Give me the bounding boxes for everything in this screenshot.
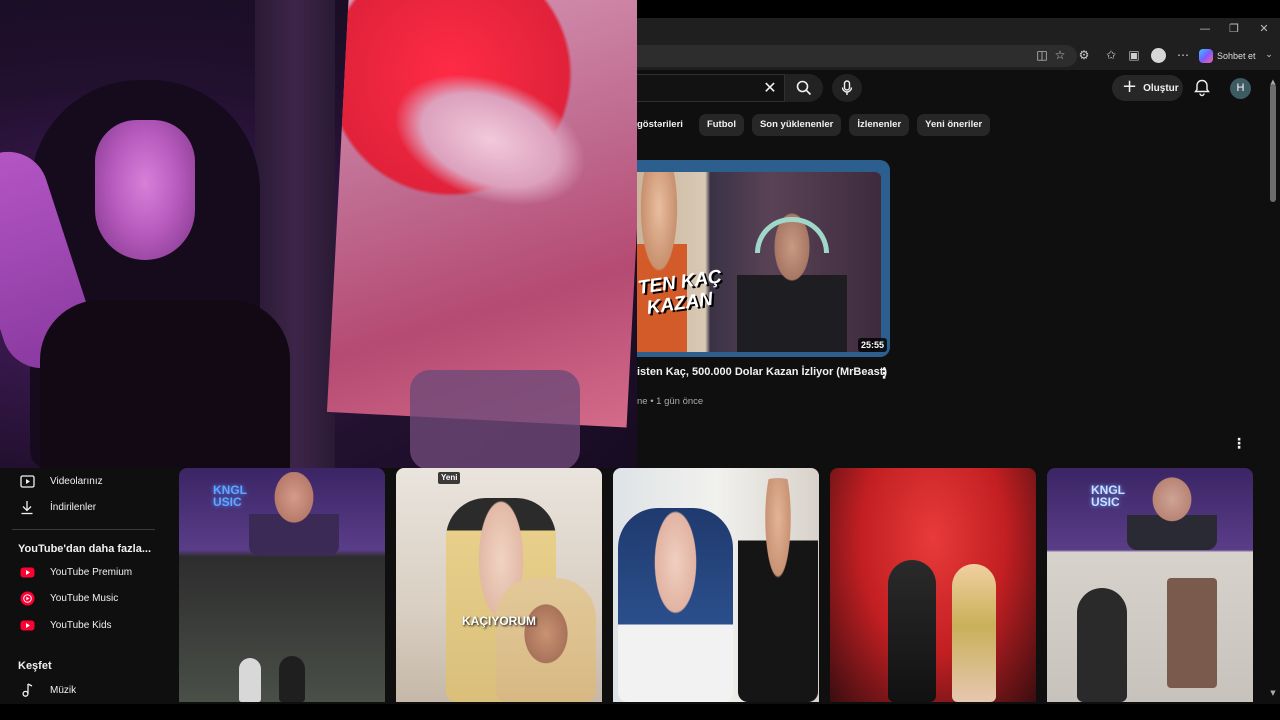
copilot-label: Sohbet et — [1217, 51, 1256, 61]
music-note-icon — [19, 682, 35, 698]
sidebar-item-label: YouTube Premium — [50, 566, 133, 578]
short-thumbnail[interactable]: KNGL USIC — [179, 468, 385, 702]
shorts-more-icon[interactable]: ⋮ — [1232, 436, 1246, 452]
microphone-icon — [841, 80, 853, 95]
chip-new-to-you[interactable]: Yeni öneriler — [917, 114, 991, 136]
restore-button[interactable]: ❐ — [1225, 22, 1243, 35]
scroll-down-arrow[interactable]: ▼ — [1268, 689, 1278, 701]
create-button[interactable]: + Oluştur — [1112, 75, 1183, 101]
split-screen-icon[interactable]: ◫ — [1033, 46, 1051, 64]
sidebar-item-label: Müzik — [50, 684, 77, 696]
featured-video-thumbnail[interactable]: TEN KAÇ KAZAN — [637, 172, 881, 352]
webcam-overlay — [0, 0, 637, 468]
short-person — [738, 478, 818, 702]
short-thumbnail[interactable] — [830, 468, 1036, 702]
scrollbar-thumb[interactable] — [1270, 84, 1276, 202]
sidebar-item-youtube-kids[interactable]: YouTube Kids — [0, 614, 178, 636]
short-person — [888, 560, 936, 702]
featured-video-meta: ne • 1 gün önce — [637, 396, 704, 407]
short-figure — [1077, 588, 1127, 702]
sidebar: Videolarınız İndirilenler YouTube'dan da… — [0, 468, 178, 704]
new-badge: Yeni — [438, 472, 461, 484]
youtube-kids-icon — [19, 617, 35, 633]
sidebar-item-youtube-premium[interactable]: YouTube Premium — [0, 561, 178, 583]
search-icon — [796, 80, 812, 96]
favorites-icon[interactable]: ✩ — [1102, 46, 1120, 64]
sidebar-item-label: Videolarınız — [50, 475, 103, 487]
copilot-icon — [1199, 49, 1213, 63]
shorts-row: KNGL USIC KAÇIYORUM KNGL USIC — [178, 468, 1268, 702]
collections-icon[interactable]: ▣ — [1125, 46, 1143, 64]
short-overlay-text: KNGL USIC — [213, 483, 247, 509]
short-figure — [239, 658, 261, 702]
address-bar[interactable] — [637, 45, 1077, 67]
notifications-bell-icon[interactable] — [1192, 78, 1212, 98]
screen: — ❐ ✕ ◫ ☆ ⚙ ✩ ▣ ⋯ Sohbet et ⌄ ✕ + Oluştu… — [0, 0, 1280, 720]
youtube-music-icon — [19, 590, 35, 606]
short-thumbnail[interactable]: KAÇIYORUM — [396, 468, 602, 702]
sidebar-item-label: İndirilenler — [50, 501, 97, 513]
sidebar-heading-explore: Keşfet — [18, 660, 52, 672]
featured-video-title[interactable]: isten Kaç, 500.000 Dolar Kazan İzliyor (… — [637, 366, 887, 378]
webcam-wall-tapestry — [326, 0, 637, 428]
video-more-icon[interactable]: ⋮ — [877, 366, 891, 382]
short-person — [496, 578, 596, 702]
close-window-button[interactable]: ✕ — [1255, 22, 1273, 35]
short-person — [618, 508, 733, 702]
sidebar-divider — [12, 529, 155, 530]
short-thumbnail[interactable]: KNGL USIC — [1047, 468, 1253, 702]
sidebar-item-music[interactable]: Müzik — [0, 679, 178, 701]
short-thumbnail[interactable] — [613, 468, 819, 702]
minimize-button[interactable]: — — [1196, 22, 1214, 35]
search-button[interactable] — [785, 74, 823, 102]
sidebar-heading-more: YouTube'dan daha fazla... — [18, 543, 151, 555]
streamer-face — [95, 120, 195, 260]
copilot-button[interactable]: Sohbet et — [1199, 47, 1256, 65]
account-avatar[interactable]: H — [1230, 78, 1251, 99]
short-person — [249, 472, 339, 556]
bottom-strip — [0, 704, 1280, 720]
youtube-premium-icon — [19, 564, 35, 580]
short-overlay-text: KNGL USIC — [1091, 483, 1125, 509]
favorite-star-icon[interactable]: ☆ — [1051, 46, 1069, 64]
play-square-icon — [19, 473, 35, 489]
more-icon[interactable]: ⋯ — [1174, 46, 1192, 64]
filter-chips: göstərileri Futbol Son yüklenenler İzlen… — [637, 114, 991, 136]
chip-watched[interactable]: İzlenenler — [849, 114, 910, 136]
sidebar-item-youtube-music[interactable]: YouTube Music — [0, 587, 178, 609]
webcam-chair — [410, 370, 580, 468]
create-label: Oluştur — [1143, 82, 1179, 94]
sidebar-item-label: YouTube Music — [50, 592, 119, 604]
download-icon — [19, 499, 35, 515]
thumbnail-person-left — [637, 172, 687, 352]
extensions-icon[interactable]: ⚙ — [1075, 46, 1093, 64]
streamer-body — [40, 300, 290, 468]
short-door — [1167, 578, 1217, 688]
chip-recent-uploads[interactable]: Son yüklenenler — [751, 114, 842, 136]
video-duration: 25:55 — [858, 338, 888, 352]
plus-icon: + — [1122, 76, 1138, 97]
voice-search-button[interactable] — [832, 74, 862, 102]
short-person — [1127, 472, 1217, 550]
chip-0[interactable]: göstərileri — [637, 114, 691, 136]
window-titlebar — [637, 18, 1280, 42]
sidebar-item-your-videos[interactable]: Videolarınız — [0, 470, 178, 492]
chevron-down-icon[interactable]: ⌄ — [1260, 46, 1278, 64]
short-figure — [279, 656, 305, 702]
clear-search-icon[interactable]: ✕ — [762, 78, 778, 98]
sidebar-item-downloads[interactable]: İndirilenler — [0, 496, 178, 518]
chip-futbol[interactable]: Futbol — [698, 114, 744, 136]
profile-icon[interactable] — [1151, 48, 1166, 63]
sidebar-item-label: YouTube Kids — [50, 619, 112, 631]
short-caption: KAÇIYORUM — [462, 614, 536, 628]
short-person — [952, 564, 996, 702]
